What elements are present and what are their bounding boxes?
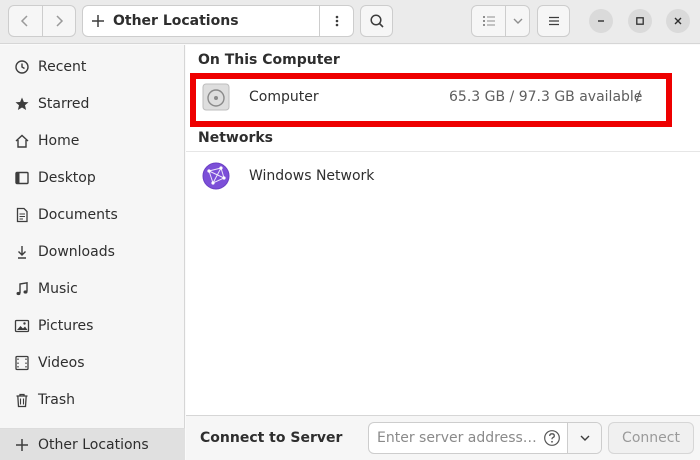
sidebar-item-videos[interactable]: Videos	[0, 344, 185, 381]
sidebar-item-downloads[interactable]: Downloads	[0, 233, 185, 270]
forward-button[interactable]	[41, 6, 76, 36]
sidebar-item-music[interactable]: Music	[0, 270, 185, 307]
sidebar-item-label: Home	[38, 132, 80, 149]
sidebar-item-starred[interactable]: Starred	[0, 85, 185, 122]
network-globe-icon	[202, 162, 230, 190]
server-address-input[interactable]	[369, 423, 565, 453]
sidebar-item-desktop[interactable]: Desktop	[0, 159, 185, 196]
sidebar-item-label: Music	[38, 280, 78, 297]
maximize-icon	[636, 17, 644, 25]
sidebar-item-pictures[interactable]: Pictures	[0, 307, 185, 344]
sidebar-item-recent[interactable]: Recent	[0, 48, 185, 85]
sidebar-item-label: Recent	[38, 58, 87, 75]
location-menu-button[interactable]	[319, 6, 353, 36]
help-icon[interactable]	[543, 429, 561, 447]
search-icon	[369, 14, 384, 28]
sidebar-item-label: Videos	[38, 354, 85, 371]
sidebar-item-label: Desktop	[38, 169, 96, 186]
connect-bar: Connect to Server Connect	[186, 415, 700, 460]
document-icon	[13, 206, 31, 224]
sidebar-item-label: Downloads	[38, 243, 115, 260]
sidebar-item-label: Pictures	[38, 317, 94, 334]
view-options-dropdown[interactable]	[505, 6, 529, 36]
server-address-entry	[368, 422, 602, 454]
plus-icon	[13, 436, 31, 454]
hard-disk-icon	[202, 83, 230, 111]
computer-name: Computer	[249, 89, 319, 105]
close-icon	[674, 17, 682, 25]
sidebar-item-other-locations[interactable]: Other Locations	[0, 429, 185, 460]
section-title-networks: Networks	[198, 130, 274, 146]
chevron-left-icon	[21, 15, 28, 27]
vertical-dots-icon	[335, 15, 338, 27]
sidebar-item-trash[interactable]: Trash	[0, 381, 185, 418]
row-separator	[186, 151, 700, 152]
server-history-dropdown[interactable]	[567, 423, 601, 453]
minimize-icon	[598, 20, 604, 22]
chevron-down-icon	[580, 435, 589, 441]
sidebar: Recent Starred Home Desktop Documents Do…	[0, 45, 185, 460]
minimize-button[interactable]	[589, 9, 613, 33]
main-content: On This Computer Computer 65.3 GB / 97.3…	[186, 45, 700, 415]
list-view-icon	[482, 16, 495, 26]
view-toggle-group	[471, 5, 530, 37]
search-button[interactable]	[360, 5, 393, 37]
clock-icon	[13, 58, 31, 76]
chevron-right-icon	[56, 15, 63, 27]
sidebar-item-label: Other Locations	[38, 436, 149, 453]
location-title: Other Locations	[113, 13, 239, 29]
computer-mount-point: /	[636, 89, 641, 105]
star-icon	[13, 95, 31, 113]
sidebar-item-label: Trash	[38, 391, 75, 408]
location-bar[interactable]: Other Locations	[82, 5, 354, 37]
computer-available-space: 65.3 GB / 97.3 GB available	[449, 89, 643, 105]
navigation-buttons	[8, 5, 76, 37]
main-menu-button[interactable]	[537, 5, 570, 37]
connect-to-server-label: Connect to Server	[200, 430, 343, 446]
plus-icon	[83, 14, 113, 28]
download-icon	[13, 243, 31, 261]
desktop-icon	[13, 169, 31, 187]
sidebar-item-label: Starred	[38, 95, 90, 112]
connect-button[interactable]: Connect	[608, 422, 694, 454]
sidebar-item-documents[interactable]: Documents	[0, 196, 185, 233]
windows-network-name: Windows Network	[249, 168, 375, 184]
list-view-button[interactable]	[472, 6, 505, 36]
picture-icon	[13, 317, 31, 335]
sidebar-item-label: Documents	[38, 206, 118, 223]
music-icon	[13, 280, 31, 298]
video-icon	[13, 354, 31, 372]
section-title-on-this-computer: On This Computer	[198, 52, 340, 68]
sidebar-item-home[interactable]: Home	[0, 122, 185, 159]
computer-row[interactable]: Computer 65.3 GB / 97.3 GB available /	[186, 78, 700, 118]
back-button[interactable]	[9, 6, 42, 36]
hamburger-menu-icon	[548, 16, 559, 26]
windows-network-row[interactable]: Windows Network	[186, 157, 700, 197]
home-icon	[13, 132, 31, 150]
chevron-down-icon	[513, 18, 522, 24]
trash-icon	[13, 391, 31, 409]
close-button[interactable]	[666, 9, 690, 33]
maximize-button[interactable]	[628, 9, 652, 33]
header-bar: Other Locations	[0, 0, 700, 44]
